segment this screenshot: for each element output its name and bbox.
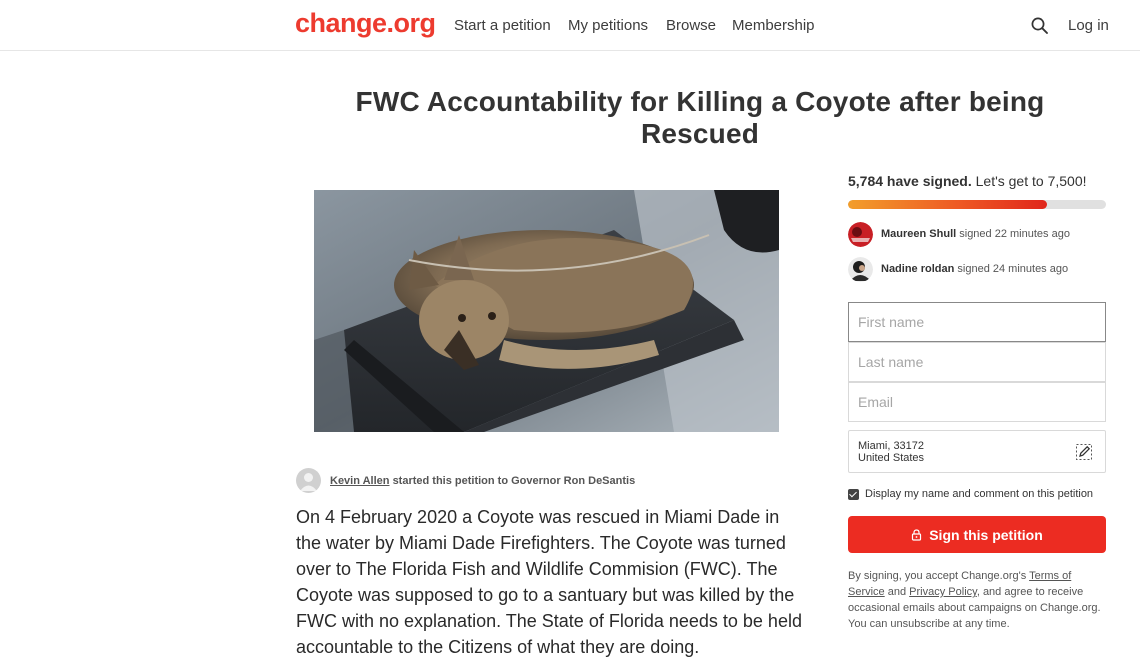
first-name-input[interactable] (848, 302, 1106, 342)
signer-name: Nadine roldan (881, 263, 955, 275)
signature-progress-bar (848, 200, 1106, 209)
petition-description: On 4 February 2020 a Coyote was rescued … (296, 507, 802, 657)
sign-petition-label: Sign this petition (929, 526, 1043, 543)
location-country: United States (858, 452, 925, 464)
change-org-logo[interactable]: change.org (295, 8, 436, 39)
search-icon[interactable] (1030, 16, 1050, 36)
signer-time: signed 24 minutes ago (957, 263, 1069, 275)
location-field[interactable]: Miami, 33172 United States (848, 430, 1106, 473)
signer-avatar (848, 257, 873, 282)
nav-browse[interactable]: Browse (666, 17, 716, 34)
signature-goal-label: Let's get to 7,500! (975, 173, 1087, 189)
signature-count: 5,784 have signed. Let's get to 7,500! (848, 173, 1087, 189)
legal-notice: By signing, you accept Change.org's Term… (848, 568, 1106, 632)
lock-icon (912, 528, 922, 541)
starter-name-link[interactable]: Kevin Allen (330, 475, 390, 487)
nav-membership[interactable]: Membership (732, 17, 815, 34)
signer-name: Maureen Shull (881, 228, 957, 240)
display-name-checkbox[interactable] (848, 489, 859, 500)
legal-and: and (887, 586, 907, 598)
nav-start-petition[interactable]: Start a petition (454, 17, 551, 34)
user-icon (300, 473, 317, 491)
nav-my-petitions[interactable]: My petitions (568, 17, 648, 34)
privacy-policy-link[interactable]: Privacy Policy (909, 586, 977, 598)
avatar-photo-icon (848, 257, 873, 282)
coyote-photo (314, 190, 779, 432)
last-name-input[interactable] (848, 342, 1106, 382)
signer-time: signed 22 minutes ago (959, 228, 1070, 240)
starter-avatar[interactable] (296, 468, 321, 493)
display-name-label: Display my name and comment on this peti… (865, 488, 1094, 500)
top-navigation-bar: change.org Start a petition My petitions… (0, 0, 1140, 51)
signature-progress-fill (848, 200, 1047, 209)
edit-pencil-icon[interactable] (1075, 443, 1093, 461)
signer-avatar (848, 222, 873, 247)
starter-target: started this petition to Governor Ron De… (392, 475, 636, 487)
login-link[interactable]: Log in (1068, 17, 1109, 34)
avatar-photo-icon (848, 222, 873, 247)
signature-count-label: 5,784 have signed. (848, 173, 972, 189)
petition-hero-image (314, 190, 779, 432)
legal-prefix: By signing, you accept Change.org's (848, 570, 1027, 582)
sign-petition-button[interactable]: Sign this petition (848, 516, 1106, 553)
petition-title: FWC Accountability for Killing a Coyote … (355, 86, 1045, 149)
location-city: Miami, 33172 (858, 440, 925, 452)
email-input[interactable] (848, 382, 1106, 422)
